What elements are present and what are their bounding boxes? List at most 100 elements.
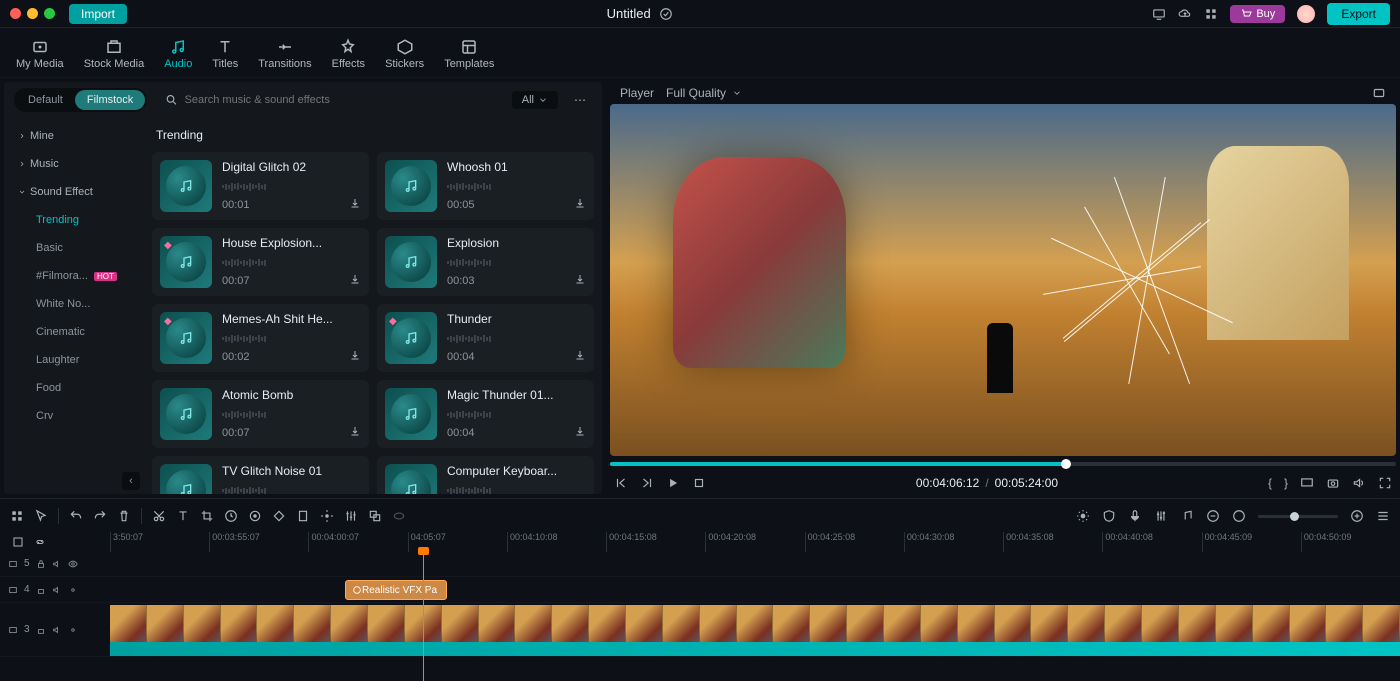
video-preview[interactable] (610, 104, 1396, 456)
tab-templates[interactable]: Templates (434, 34, 504, 72)
download-button[interactable] (574, 197, 586, 212)
audio-card[interactable]: ◆ Thunder 00:04 (377, 304, 594, 372)
export-button[interactable]: Export (1327, 3, 1390, 25)
undo-button[interactable] (69, 509, 83, 523)
vfx-clip[interactable]: Realistic VFX Pa (345, 580, 447, 600)
import-button[interactable]: Import (69, 4, 127, 24)
tab-my-media[interactable]: My Media (6, 34, 74, 72)
minimize-window-button[interactable] (27, 8, 38, 19)
delete-button[interactable] (117, 509, 131, 523)
maximize-window-button[interactable] (44, 8, 55, 19)
crop-button[interactable] (200, 509, 214, 523)
sidebar-sub-basic[interactable]: Basic (4, 234, 144, 262)
selection-tool[interactable] (34, 509, 48, 523)
audio-card[interactable]: Whoosh 01 00:05 (377, 152, 594, 220)
pill-default[interactable]: Default (16, 90, 75, 110)
lock-icon[interactable] (36, 585, 46, 595)
visibility-icon[interactable] (68, 585, 78, 595)
search-input[interactable] (185, 94, 494, 106)
visibility-icon[interactable] (68, 625, 78, 635)
layout-button[interactable] (10, 509, 24, 523)
audio-card[interactable]: ◆ House Explosion... 00:07 (152, 228, 369, 296)
color-button[interactable] (248, 509, 262, 523)
lock-icon[interactable] (36, 625, 46, 635)
adjustment-button[interactable] (344, 509, 358, 523)
group-button[interactable] (368, 509, 382, 523)
download-button[interactable] (349, 197, 361, 212)
mark-out-button[interactable]: } (1284, 476, 1288, 490)
download-button[interactable] (574, 425, 586, 440)
playhead[interactable] (423, 551, 424, 681)
tab-stickers[interactable]: Stickers (375, 34, 434, 72)
display-settings-button[interactable] (1300, 476, 1314, 490)
mask-button[interactable] (392, 509, 406, 523)
apps-icon[interactable] (1204, 7, 1218, 21)
mic-icon[interactable] (1128, 509, 1142, 523)
pill-filmstock[interactable]: Filmstock (75, 90, 145, 110)
track-options-button[interactable] (1376, 509, 1390, 523)
visibility-icon[interactable] (68, 559, 78, 569)
search-box[interactable] (157, 89, 501, 111)
lock-icon[interactable] (36, 559, 46, 569)
redo-button[interactable] (93, 509, 107, 523)
mute-icon[interactable] (52, 559, 62, 569)
cloud-icon[interactable] (1178, 7, 1192, 21)
download-button[interactable] (349, 425, 361, 440)
audio-card[interactable]: Explosion 00:03 (377, 228, 594, 296)
cut-button[interactable] (152, 509, 166, 523)
tab-audio[interactable]: Audio (154, 34, 202, 72)
shield-icon[interactable] (1102, 509, 1116, 523)
mute-icon[interactable] (52, 585, 62, 595)
prev-frame-button[interactable] (614, 476, 628, 490)
sidebar-sub-trending[interactable]: Trending (4, 206, 144, 234)
sidebar-sub-food[interactable]: Food (4, 374, 144, 402)
marks-button[interactable] (296, 509, 310, 523)
download-button[interactable] (574, 349, 586, 364)
sidebar-sub-crv[interactable]: Crv (4, 402, 144, 430)
keyframe-button[interactable] (272, 509, 286, 523)
audio-card[interactable]: TV Glitch Noise 01 00:01 (152, 456, 369, 494)
audio-card[interactable]: ◆ Memes-Ah Shit He... 00:02 (152, 304, 369, 372)
tab-titles[interactable]: Titles (202, 34, 248, 72)
camera-icon[interactable] (1326, 476, 1340, 490)
brightness-icon[interactable] (1076, 509, 1090, 523)
play-button[interactable] (666, 476, 680, 490)
mixer-icon[interactable] (1154, 509, 1168, 523)
user-avatar[interactable] (1297, 5, 1315, 23)
tab-stock-media[interactable]: Stock Media (74, 34, 155, 72)
mark-in-button[interactable]: { (1268, 476, 1272, 490)
quality-dropdown[interactable]: Full Quality (666, 86, 742, 100)
sidebar-item-mine[interactable]: Mine (4, 122, 144, 150)
sidebar-item-music[interactable]: Music (4, 150, 144, 178)
snapshot-button[interactable] (1372, 86, 1386, 100)
player-progress[interactable] (610, 462, 1396, 466)
effects-control-button[interactable] (320, 509, 334, 523)
timeline-ruler[interactable]: 3:50:0700:03:55:0700:04:00:0704:05:0700:… (110, 532, 1400, 552)
sidebar-sub-cinematic[interactable]: Cinematic (4, 318, 144, 346)
zoom-fit-button[interactable] (1232, 509, 1246, 523)
fullscreen-button[interactable] (1378, 476, 1392, 490)
sidebar-sub-filmora[interactable]: #Filmora...HOT (4, 262, 144, 290)
zoom-in-button[interactable] (1350, 509, 1364, 523)
audio-card[interactable]: Magic Thunder 01... 00:04 (377, 380, 594, 448)
next-frame-button[interactable] (640, 476, 654, 490)
audio-card[interactable]: Digital Glitch 02 00:01 (152, 152, 369, 220)
close-window-button[interactable] (10, 8, 21, 19)
zoom-out-button[interactable] (1206, 509, 1220, 523)
volume-button[interactable] (1352, 476, 1366, 490)
sidebar-item-sound-effect[interactable]: Sound Effect (4, 178, 144, 206)
download-button[interactable] (349, 273, 361, 288)
track-link-button[interactable] (34, 536, 46, 548)
filter-dropdown[interactable]: All (512, 91, 558, 109)
sidebar-sub-white-noise[interactable]: White No... (4, 290, 144, 318)
video-clip[interactable] (110, 603, 1400, 656)
zoom-slider[interactable] (1258, 515, 1338, 518)
display-icon[interactable] (1152, 7, 1166, 21)
more-options-button[interactable]: ⋯ (568, 91, 592, 109)
tab-effects[interactable]: Effects (322, 34, 375, 72)
download-button[interactable] (574, 273, 586, 288)
download-button[interactable] (349, 349, 361, 364)
audio-card[interactable]: Computer Keyboar... 00:17 (377, 456, 594, 494)
sidebar-collapse-button[interactable]: ‹ (122, 472, 140, 490)
audio-card[interactable]: Atomic Bomb 00:07 (152, 380, 369, 448)
